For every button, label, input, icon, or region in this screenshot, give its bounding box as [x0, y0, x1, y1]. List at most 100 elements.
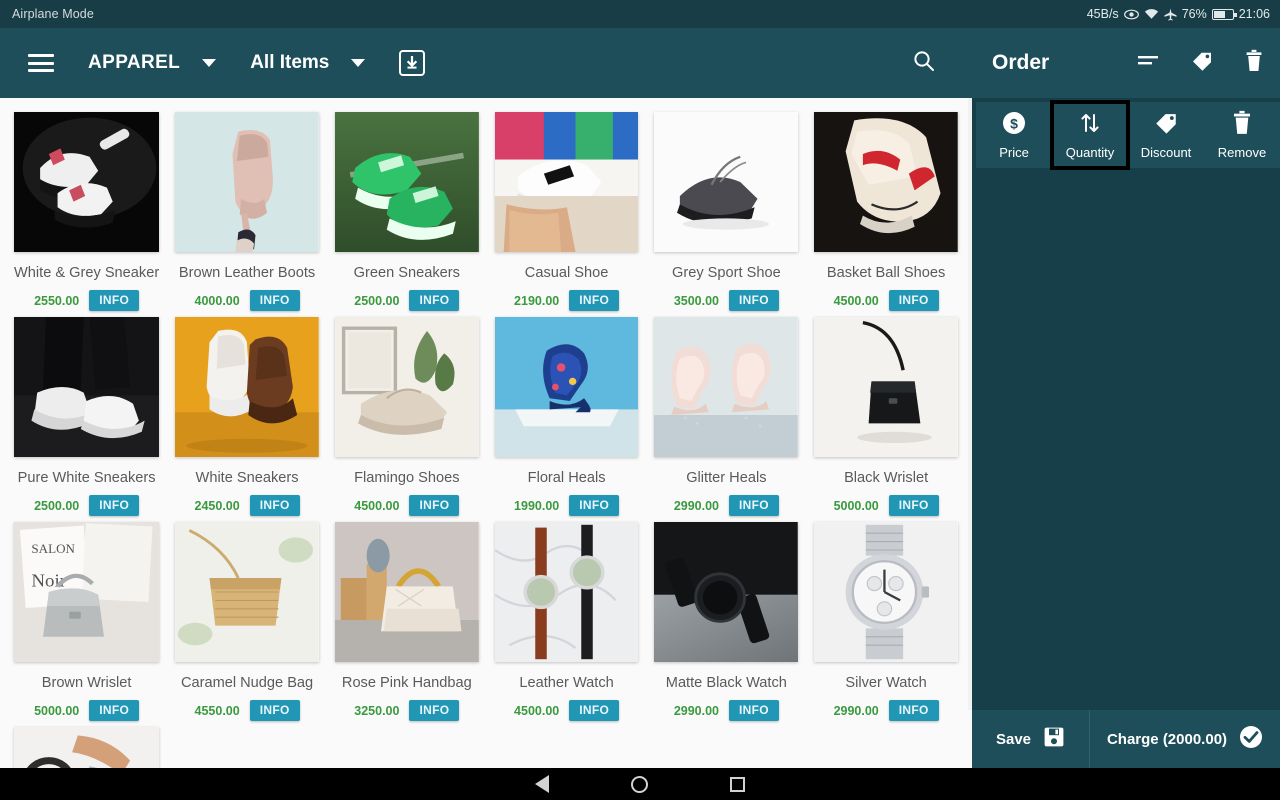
product-price-row: 2500.00 INFO: [335, 290, 479, 311]
recents-square-icon[interactable]: [730, 776, 745, 792]
hamburger-menu-icon[interactable]: [28, 54, 54, 72]
order-action-remove[interactable]: Remove: [1204, 102, 1280, 168]
product-card[interactable]: Rose Pink Handbag 3250.00 INFO: [327, 516, 487, 721]
product-card[interactable]: Silver Watch 2990.00 INFO: [806, 516, 966, 721]
product-thumbnail[interactable]: [175, 522, 319, 662]
charge-button[interactable]: Charge (2000.00): [1090, 710, 1280, 768]
product-card-partial[interactable]: [6, 721, 167, 768]
product-info-button[interactable]: INFO: [89, 700, 140, 721]
item-filter-label[interactable]: All Items: [250, 52, 329, 74]
product-card[interactable]: Flamingo Shoes 4500.00 INFO: [327, 311, 487, 516]
product-thumbnail[interactable]: [175, 317, 319, 457]
product-card[interactable]: White Sneakers 2450.00 INFO: [167, 311, 327, 516]
product-card[interactable]: SALON Noir Brown Wrislet 5000.00 INFO: [6, 516, 167, 721]
product-info-button[interactable]: INFO: [409, 495, 460, 516]
product-info-button[interactable]: INFO: [249, 700, 300, 721]
home-circle-icon[interactable]: [631, 775, 648, 793]
product-card[interactable]: Caramel Nudge Bag 4550.00 INFO: [167, 516, 327, 721]
chevron-down-icon-items[interactable]: [351, 59, 366, 67]
product-price-row: 2450.00 INFO: [175, 495, 319, 516]
product-info-button[interactable]: INFO: [569, 290, 620, 311]
download-box-icon[interactable]: [399, 50, 426, 76]
order-action-discount[interactable]: Discount: [1128, 102, 1204, 168]
product-image-grass-bg-green-sneakers: [334, 112, 479, 252]
product-thumbnail[interactable]: [494, 112, 639, 252]
product-thumbnail[interactable]: SALON Noir: [14, 522, 160, 662]
product-thumbnail[interactable]: [494, 317, 639, 457]
order-action-quantity[interactable]: Quantity: [1050, 100, 1130, 170]
product-thumbnail[interactable]: [494, 522, 639, 662]
product-price: 2450.00: [194, 498, 240, 513]
product-thumbnail[interactable]: [654, 522, 799, 662]
product-info-button[interactable]: INFO: [569, 495, 620, 516]
product-price: 2990.00: [673, 703, 719, 718]
product-price-row: 1990.00 INFO: [495, 495, 639, 516]
product-card[interactable]: Matte Black Watch 2990.00 INFO: [646, 516, 806, 721]
product-info-button[interactable]: INFO: [729, 290, 779, 311]
product-price: 2190.00: [514, 293, 560, 308]
product-thumbnail[interactable]: [14, 112, 160, 252]
product-price-row: 2990.00 INFO: [654, 700, 798, 721]
product-image-grey-handbag-magazine: SALON Noir: [14, 522, 160, 662]
product-card[interactable]: Pure White Sneakers 2500.00 INFO: [6, 311, 167, 516]
product-thumbnail[interactable]: [334, 112, 479, 252]
product-card[interactable]: Casual Shoe 2190.00 INFO: [487, 106, 647, 311]
product-info-button[interactable]: INFO: [409, 290, 460, 311]
product-info-button[interactable]: INFO: [89, 290, 140, 311]
product-card[interactable]: Black Wrislet 5000.00 INFO: [806, 311, 966, 516]
product-card[interactable]: Leather Watch 4500.00 INFO: [487, 516, 647, 721]
product-thumbnail[interactable]: [175, 112, 319, 252]
tag-icon[interactable]: [1190, 49, 1214, 78]
product-card[interactable]: Brown Leather Boots 4000.00 INFO: [167, 106, 327, 311]
product-price: 1990.00: [514, 498, 560, 513]
product-price-row: 4000.00 INFO: [175, 290, 319, 311]
product-thumbnail[interactable]: [814, 522, 958, 662]
save-label: Save: [995, 730, 1032, 748]
product-grid-scroll-area[interactable]: White & Grey Sneaker 2550.00 INFO Brown Lea…: [0, 98, 972, 768]
product-info-button[interactable]: INFO: [249, 495, 300, 516]
product-info-button[interactable]: INFO: [89, 495, 140, 516]
product-thumbnail[interactable]: [814, 317, 958, 457]
status-right-cluster: 45B/s 76% 21:06: [1087, 7, 1270, 21]
product-info-button[interactable]: INFO: [249, 290, 300, 311]
product-card[interactable]: White & Grey Sneaker 2550.00 INFO: [6, 106, 167, 311]
product-thumbnail[interactable]: [14, 727, 160, 768]
list-lines-icon[interactable]: [1136, 52, 1160, 75]
product-info-button[interactable]: INFO: [888, 495, 939, 516]
product-card[interactable]: Floral Heals 1990.00 INFO: [487, 311, 647, 516]
product-info-button[interactable]: INFO: [729, 700, 779, 721]
product-thumbnail[interactable]: [654, 112, 799, 252]
product-name: Caramel Nudge Bag: [180, 675, 314, 691]
search-icon[interactable]: [912, 49, 936, 78]
back-triangle-icon[interactable]: [535, 775, 549, 793]
product-info-button[interactable]: INFO: [409, 700, 460, 721]
chevron-down-icon-category[interactable]: [202, 59, 217, 67]
product-thumbnail[interactable]: [334, 522, 479, 662]
product-thumbnail[interactable]: [814, 112, 958, 252]
product-price-row: 3250.00 INFO: [335, 700, 479, 721]
product-image-blue-bg-floral-heel: [494, 317, 639, 457]
trash-icon[interactable]: [1244, 49, 1264, 78]
product-info-button[interactable]: INFO: [729, 495, 779, 516]
product-thumbnail[interactable]: [654, 317, 799, 457]
product-info-button[interactable]: INFO: [888, 290, 939, 311]
product-price-row: 5000.00 INFO: [14, 700, 159, 721]
product-info-button[interactable]: INFO: [888, 700, 939, 721]
dollar-circle-icon: $: [1001, 110, 1027, 141]
product-thumbnail[interactable]: [334, 317, 479, 457]
category-label[interactable]: APPAREL: [88, 52, 180, 74]
product-info-button[interactable]: INFO: [569, 700, 620, 721]
product-name: Brown Wrislet: [41, 675, 132, 691]
product-card[interactable]: Basket Ball Shoes 4500.00 INFO: [806, 106, 966, 311]
product-card[interactable]: Glitter Heals 2990.00 INFO: [646, 311, 806, 516]
product-card[interactable]: Green Sneakers 2500.00 INFO: [327, 106, 487, 311]
battery-percent-text: 76%: [1181, 7, 1207, 21]
android-nav-bar: [0, 768, 1280, 800]
product-thumbnail[interactable]: [14, 317, 160, 457]
save-button[interactable]: Save: [972, 710, 1090, 768]
product-card[interactable]: Grey Sport Shoe 3500.00 INFO: [646, 106, 806, 311]
order-action-label: Discount: [1140, 145, 1192, 160]
order-action-price[interactable]: $ Price: [976, 102, 1052, 168]
up-down-arrows-icon: [1077, 110, 1103, 141]
product-price-row: 2990.00 INFO: [814, 700, 958, 721]
